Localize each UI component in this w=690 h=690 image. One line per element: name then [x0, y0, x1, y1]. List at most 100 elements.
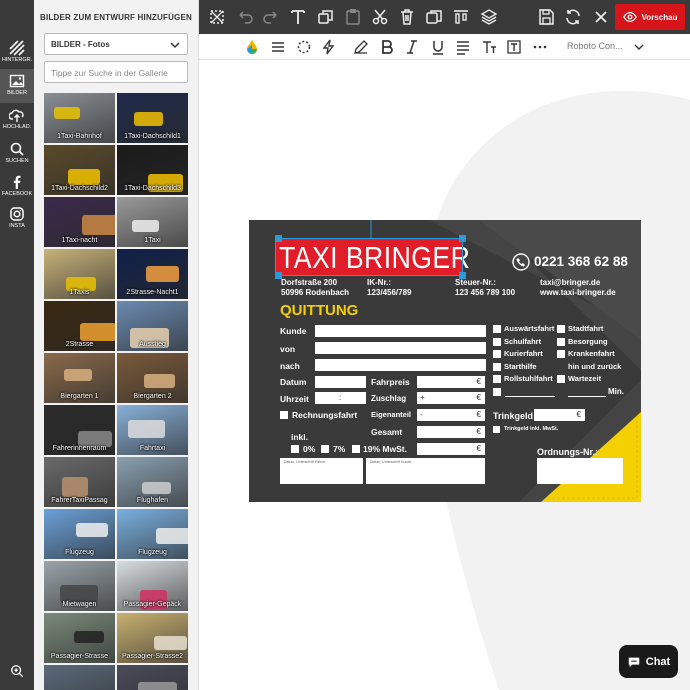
service-checkbox[interactable]	[557, 337, 565, 346]
chevron-down-icon[interactable]	[634, 42, 644, 52]
label-mwst19: 19% MwSt.	[363, 444, 407, 454]
sidebar-item-images[interactable]: BILDER	[0, 69, 34, 103]
fahrpreis-field[interactable]: €	[417, 376, 485, 388]
text-size-icon[interactable]	[480, 38, 498, 56]
image-tile[interactable]: FahrerTaxiPassag	[44, 457, 115, 507]
image-tile[interactable]: 1Taxi-Dachschild2	[44, 145, 115, 195]
category-select[interactable]: BILDER - Fotos	[44, 33, 188, 55]
text-icon[interactable]	[288, 7, 308, 27]
refresh-icon[interactable]	[563, 7, 583, 27]
line-weight-icon[interactable]	[269, 38, 287, 56]
mwst-field[interactable]: €	[417, 443, 485, 455]
underline-icon[interactable]	[429, 38, 447, 56]
checkbox-mwst0[interactable]	[291, 445, 299, 453]
more-icon[interactable]	[531, 38, 549, 56]
sidebar-item-search[interactable]: SUCHEN	[0, 137, 34, 171]
zuschlag-field[interactable]: + €	[417, 392, 485, 404]
text-box-icon[interactable]	[505, 38, 523, 56]
image-tile[interactable]: Biergarten 1	[44, 353, 115, 403]
receipt-card[interactable]: TAXI BRINGER 0221 368 62 88 Dorfstraße 2…	[249, 220, 641, 502]
image-tile[interactable]	[117, 665, 188, 690]
chat-button[interactable]: Chat	[619, 645, 678, 678]
delete-icon[interactable]	[397, 7, 417, 27]
image-tile[interactable]: 1Taxi-nacht	[44, 197, 115, 247]
image-tile[interactable]: 1Taxi-Dachschild3	[117, 145, 188, 195]
signature-driver[interactable]: Datum, Unterschrift Fahrer	[280, 458, 363, 484]
sidebar-item-upload[interactable]: HOCHLAD.	[0, 103, 34, 137]
duplicate-icon[interactable]	[424, 7, 444, 27]
service-checkbox[interactable]	[493, 375, 501, 383]
paste-icon[interactable]	[343, 7, 363, 27]
image-tile[interactable]: Ausstieg	[117, 301, 188, 351]
checkbox-extra[interactable]	[493, 388, 501, 396]
checkbox-trinkgeld-inkl[interactable]	[493, 426, 500, 433]
checkbox-mwst7[interactable]	[321, 445, 329, 453]
resize-handle[interactable]	[459, 235, 466, 242]
service-checkbox[interactable]	[493, 350, 501, 358]
image-tile[interactable]: Mietwagen	[44, 561, 115, 611]
zoom-button[interactable]	[0, 660, 34, 680]
ordnungs-field[interactable]	[537, 458, 623, 484]
service-checkbox[interactable]	[557, 325, 565, 333]
image-tile[interactable]: 2Strasse	[44, 301, 115, 351]
gesamt-field[interactable]: €	[417, 426, 485, 438]
service-checkbox[interactable]	[493, 325, 501, 333]
save-icon[interactable]	[536, 7, 556, 27]
checkbox-rechnungsfahrt[interactable]	[280, 411, 288, 419]
redo-icon[interactable]	[261, 7, 281, 27]
copy-style-icon[interactable]	[316, 7, 336, 27]
align-icon[interactable]	[454, 38, 472, 56]
preview-button[interactable]: Vorschau	[615, 4, 685, 30]
uhrzeit-field[interactable]: :	[315, 392, 366, 404]
magic-wand-icon[interactable]	[207, 7, 227, 27]
cut-icon[interactable]	[370, 7, 390, 27]
eigenanteil-field[interactable]: - €	[417, 409, 485, 421]
image-tile[interactable]: Biergarten 2	[117, 353, 188, 403]
receipt-heading: QUITTUNG	[280, 302, 359, 319]
sidebar-item-instagram[interactable]: INSTA	[0, 202, 34, 236]
image-tile[interactable]: Passagier-Gepäck	[117, 561, 188, 611]
signature-customer[interactable]: Datum, Unterschrift Kunde	[366, 458, 485, 484]
image-tile[interactable]: 1Taxi	[117, 197, 188, 247]
kunde-field[interactable]	[315, 325, 486, 337]
trinkgeld-field[interactable]: €	[534, 409, 585, 421]
image-tile[interactable]: 1Taxi-Bahnhof	[44, 93, 115, 143]
sidebar-item-facebook[interactable]: FACEBOOK	[0, 170, 34, 204]
image-tile[interactable]: Flugzeug	[44, 509, 115, 559]
label-nach: nach	[280, 361, 300, 371]
nach-field[interactable]	[315, 359, 486, 371]
lightning-icon[interactable]	[320, 38, 338, 56]
image-grid: 1Taxi-Bahnhof 1Taxi-Dachschild1 1Taxi-Dach…	[44, 93, 189, 690]
service-checkbox[interactable]	[493, 362, 501, 371]
image-tile[interactable]: Passagier-Strasse2	[117, 613, 188, 663]
align-top-icon[interactable]	[451, 7, 471, 27]
sidebar-item-background[interactable]: HINTERGR.	[0, 36, 34, 70]
checkbox-mwst19[interactable]	[352, 445, 360, 453]
effects-icon[interactable]	[295, 38, 313, 56]
service-checkbox[interactable]	[557, 375, 565, 383]
service-checkbox[interactable]	[557, 350, 565, 358]
image-tile[interactable]: 2Strasse-Nacht1	[117, 249, 188, 299]
resize-handle[interactable]	[275, 235, 282, 242]
bold-icon[interactable]	[378, 38, 396, 56]
gallery-search-input[interactable]: Tippe zur Suche in der Gallerie	[44, 61, 188, 83]
close-icon[interactable]	[591, 7, 611, 27]
image-tile[interactable]: 1Taxi-Dachschild1	[117, 93, 188, 143]
image-tile[interactable]: Fahrtaxi	[117, 405, 188, 455]
image-tile[interactable]: Passagier-Strasse	[44, 613, 115, 663]
service-checkbox[interactable]	[493, 337, 501, 346]
image-tile[interactable]: 1Taxis	[44, 249, 115, 299]
pen-icon[interactable]	[352, 38, 370, 56]
layers-icon[interactable]	[479, 7, 499, 27]
image-tile[interactable]: Flugzeug	[117, 509, 188, 559]
font-select[interactable]: Roboto Con...	[567, 41, 623, 51]
von-field[interactable]	[315, 342, 486, 354]
image-tile[interactable]: Fahrerinnenraum	[44, 405, 115, 455]
undo-icon[interactable]	[235, 7, 255, 27]
color-drop-icon[interactable]	[243, 38, 261, 56]
image-tile[interactable]: Flughafen	[117, 457, 188, 507]
italic-icon[interactable]	[403, 38, 421, 56]
image-tile[interactable]	[44, 665, 115, 690]
service-checkbox-label: hin und zurück	[568, 361, 622, 371]
datum-field[interactable]	[315, 376, 366, 388]
